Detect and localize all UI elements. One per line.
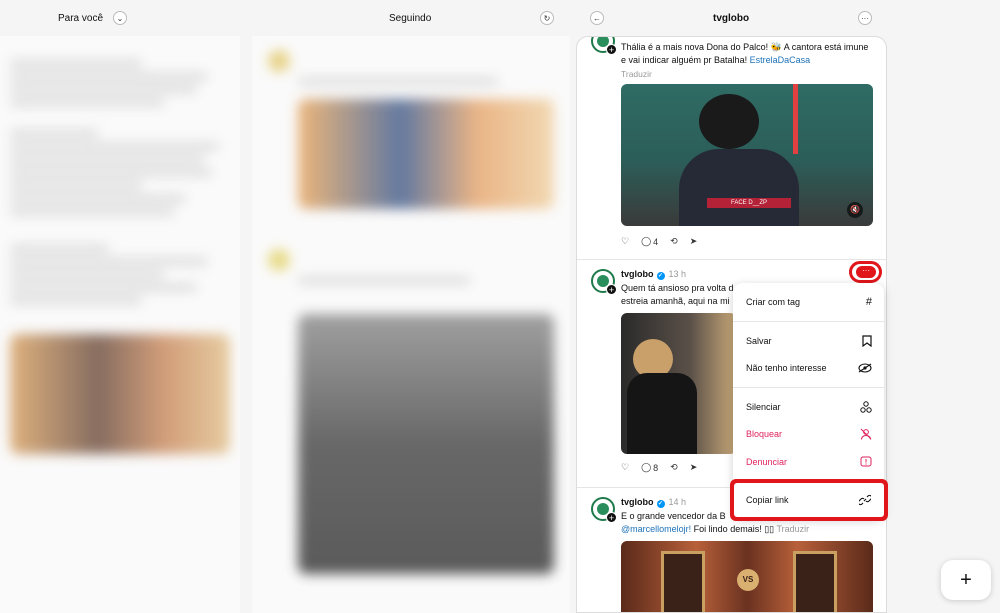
post-body: Thália é a mais nova Dona do Palco! 🐝 A … bbox=[621, 42, 869, 65]
header-for-you[interactable]: Para você ⌄ bbox=[58, 0, 128, 36]
menu-item-not-interested[interactable]: Não tenho interesse bbox=[746, 360, 872, 376]
column-options-button[interactable]: ··· bbox=[858, 0, 872, 36]
person-body bbox=[627, 373, 697, 454]
refresh-icon[interactable]: ↻ bbox=[540, 11, 554, 25]
mute-icon bbox=[860, 401, 872, 413]
menu-item-copy-link[interactable]: Copiar link bbox=[730, 479, 888, 521]
follow-plus-icon[interactable]: + bbox=[606, 512, 617, 523]
post-video[interactable]: FACE D__ZP 🔇 bbox=[621, 84, 873, 226]
menu-item-create-with-tag[interactable]: Criar com tag # bbox=[746, 294, 872, 310]
report-icon bbox=[860, 456, 872, 467]
link-icon bbox=[859, 494, 871, 506]
post-username[interactable]: tvglobo ✓ 13 h bbox=[621, 269, 686, 280]
hashtag-icon: # bbox=[865, 296, 872, 308]
hashtag-link[interactable]: EstrelaDaCasa bbox=[750, 55, 811, 65]
header-following[interactable]: Seguindo bbox=[389, 0, 431, 36]
following-label[interactable]: Seguindo bbox=[389, 13, 431, 24]
new-post-button[interactable]: + bbox=[941, 560, 991, 600]
post-text: Quem tá ansioso pra volta d estreia aman… bbox=[621, 282, 734, 308]
post-actions: ♡ ◯ 4 ⟲ ➤ bbox=[621, 236, 697, 247]
post-body-line2: estreia amanhã, aqui na mi bbox=[621, 296, 730, 306]
post-time: 14 h bbox=[668, 497, 687, 507]
translate-link[interactable]: Traduzir bbox=[776, 524, 809, 534]
comment-icon[interactable]: ◯ 8 bbox=[641, 462, 658, 473]
bookmark-icon bbox=[862, 335, 872, 347]
for-you-label[interactable]: Para você bbox=[58, 13, 103, 24]
post-actions: ♡ ◯ 8 ⟲ ➤ bbox=[621, 462, 697, 473]
post-image[interactable]: VS bbox=[621, 541, 873, 612]
follow-plus-icon[interactable]: + bbox=[606, 284, 617, 295]
menu-label: Silenciar bbox=[746, 402, 781, 412]
frame-left bbox=[661, 551, 705, 612]
menu-label: Bloquear bbox=[746, 429, 783, 439]
refresh-button[interactable]: ↻ bbox=[540, 0, 554, 36]
verified-icon: ✓ bbox=[656, 272, 665, 280]
post-video[interactable] bbox=[621, 313, 736, 454]
block-user-icon bbox=[860, 428, 872, 440]
for-you-feed bbox=[0, 36, 240, 613]
back-button[interactable]: ← bbox=[590, 0, 604, 36]
share-icon[interactable]: ➤ bbox=[690, 236, 698, 247]
person-body bbox=[679, 149, 799, 226]
back-arrow-icon[interactable]: ← bbox=[590, 11, 604, 25]
video-caption: FACE D__ZP bbox=[707, 198, 791, 208]
avatar[interactable]: + bbox=[591, 269, 617, 295]
share-icon[interactable]: ➤ bbox=[690, 462, 698, 473]
profile-title: tvglobo bbox=[713, 0, 749, 36]
post-username[interactable]: tvglobo ✓ 14 h bbox=[621, 497, 686, 508]
menu-separator bbox=[733, 387, 884, 388]
post-body-line1: Quem tá ansioso pra volta d bbox=[621, 283, 734, 293]
frame-right bbox=[793, 551, 837, 612]
comment-count: 4 bbox=[653, 236, 659, 247]
menu-item-report[interactable]: Denunciar bbox=[746, 454, 872, 470]
profile-title-label: tvglobo bbox=[713, 12, 750, 24]
menu-label: Denunciar bbox=[746, 457, 788, 467]
menu-label: Não tenho interesse bbox=[746, 363, 827, 373]
menu-item-block[interactable]: Bloquear bbox=[746, 426, 872, 442]
chevron-down-icon[interactable]: ⌄ bbox=[113, 11, 128, 25]
repost-icon[interactable]: ⟲ bbox=[670, 462, 678, 473]
blurred-content bbox=[0, 36, 240, 472]
menu-item-save[interactable]: Salvar bbox=[746, 333, 872, 349]
vs-badge: VS bbox=[737, 569, 759, 591]
copy-link-inner[interactable]: Copiar link bbox=[734, 483, 884, 517]
red-light bbox=[793, 84, 798, 154]
menu-separator bbox=[733, 321, 884, 322]
post-text: Thália é a mais nova Dona do Palco! 🐝 A … bbox=[621, 41, 871, 67]
menu-label: Salvar bbox=[746, 336, 772, 346]
post-time: 13 h bbox=[668, 269, 687, 279]
menu-label: Criar com tag bbox=[746, 297, 801, 307]
verified-icon: ✓ bbox=[656, 500, 665, 508]
translate-link[interactable]: Traduzir bbox=[621, 68, 652, 81]
follow-plus-icon[interactable]: + bbox=[606, 44, 617, 55]
blurred-content bbox=[252, 36, 570, 588]
repost-icon[interactable]: ⟲ bbox=[670, 236, 678, 247]
like-icon[interactable]: ♡ bbox=[621, 236, 629, 247]
menu-label: Copiar link bbox=[746, 495, 789, 505]
more-horizontal-icon[interactable]: ··· bbox=[858, 11, 872, 25]
eye-off-icon bbox=[858, 363, 872, 373]
mention-link[interactable]: @marcellomelojr! bbox=[621, 524, 691, 534]
mute-icon[interactable]: 🔇 bbox=[847, 202, 863, 218]
plus-icon: + bbox=[960, 568, 972, 591]
like-icon[interactable]: ♡ bbox=[621, 462, 629, 473]
post-more-button[interactable]: ··· bbox=[856, 266, 876, 278]
avatar[interactable]: + bbox=[591, 37, 617, 55]
username[interactable]: tvglobo bbox=[621, 497, 654, 507]
comment-icon[interactable]: ◯ 4 bbox=[641, 236, 658, 247]
post-body-tail: Foi lindo demais! ▯▯ bbox=[693, 524, 775, 534]
following-feed bbox=[252, 36, 570, 613]
avatar[interactable]: + bbox=[591, 497, 617, 523]
comment-count: 8 bbox=[653, 462, 659, 473]
post-body-line2: @marcellomelojr! Foi lindo demais! ▯▯ Tr… bbox=[621, 523, 871, 536]
post-thalia[interactable]: + Thália é a mais nova Dona do Palco! 🐝 … bbox=[577, 37, 886, 259]
username[interactable]: tvglobo bbox=[621, 269, 654, 279]
person-figure bbox=[699, 94, 759, 149]
menu-item-mute[interactable]: Silenciar bbox=[746, 399, 872, 415]
